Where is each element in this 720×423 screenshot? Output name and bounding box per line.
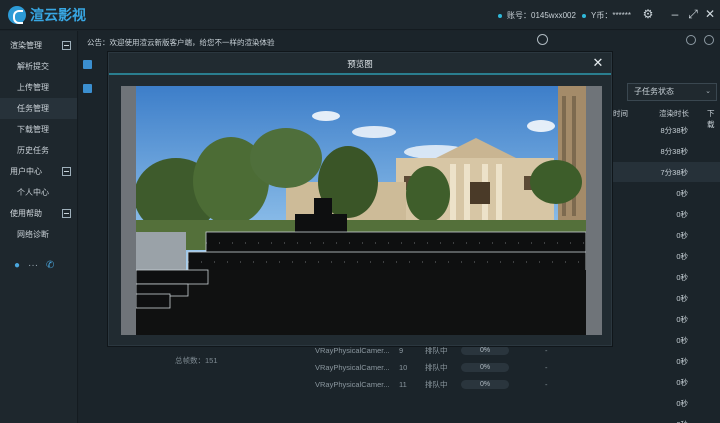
app-title: 渲云影视 [30,8,86,24]
announcement: 公告：欢迎使用渲云新版客户端，给您不一样的渲染体验 [87,38,275,47]
close-icon[interactable]: ✕ [703,7,717,21]
sidebar-group-user[interactable]: 用户中心 [0,161,77,182]
table-row[interactable]: VRayPhysicalCamer... 10 排队中 0% - [315,358,548,376]
table-row[interactable]: 0秒 [612,414,720,423]
chevron-down-icon: ⌄ [705,88,711,95]
render-time-cell: 0秒 [676,231,688,240]
select-all-checkbox[interactable] [83,60,92,69]
maximize-icon[interactable]: ⤢ [686,7,700,21]
render-time-cell: 0秒 [676,378,688,387]
account-balance: Y币：****** [582,10,631,21]
sidebar-item-history[interactable]: 历史任务 [0,140,77,161]
col-render-time: 渲染时长 [659,109,689,118]
table-row[interactable]: 0秒 [612,330,720,350]
account-id: 账号：0145wxx002 [498,10,576,21]
sidebar-item-upload[interactable]: 上传管理 [0,77,77,98]
subtask-status-select[interactable]: 子任务状态 ⌄ [627,83,717,101]
preview-dialog: 预览图 ✕ [108,52,612,346]
app-logo: 渲云影视 [8,5,86,25]
settings-small-icon[interactable] [704,35,714,45]
sidebar-item-profile[interactable]: 个人中心 [0,182,77,203]
collapse-icon[interactable] [62,209,71,218]
sidebar-item-network[interactable]: 网络诊断 [0,224,77,245]
table-row[interactable]: 0秒 [612,372,720,392]
preview-image [136,86,586,335]
sidebar-item-parse-submit[interactable]: 解析提交 [0,56,77,77]
table-row[interactable]: VRayPhysicalCamer... 11 排队中 0% - [315,375,548,393]
render-time-cell: 0秒 [676,419,688,423]
preview-frame [121,86,602,335]
sidebar-item-download[interactable]: 下载管理 [0,119,77,140]
sidebar-group-help[interactable]: 使用帮助 [0,203,77,224]
table-row[interactable]: 8分38秒 [612,120,720,140]
render-time-cell: 0秒 [676,273,688,282]
sidebar-group-render[interactable]: 渲染管理 [0,35,77,56]
table-row[interactable]: 0秒 [612,246,720,266]
render-time-cell: 0秒 [676,336,688,345]
table-row[interactable]: 0秒 [612,225,720,245]
gear-icon[interactable]: ⚙ [641,7,655,21]
refresh-icon[interactable] [686,35,696,45]
render-time-cell: 0秒 [676,294,688,303]
table-row[interactable]: 8分38秒 [612,141,720,161]
row-checkbox[interactable] [83,84,92,93]
table-row[interactable]: 7分38秒 [612,162,720,182]
render-time-cell: 8分38秒 [660,126,688,135]
logo-icon [8,6,26,24]
table-row[interactable]: 0秒 [612,393,720,413]
sidebar-item-tasks[interactable]: 任务管理 [0,98,77,119]
table-row[interactable]: 0秒 [612,309,720,329]
search-icon[interactable] [537,34,548,45]
sidebar: 渲染管理 解析提交 上传管理 任务管理 下载管理 历史任务 用户中心 个人中心 … [0,31,78,423]
table-row[interactable]: 0秒 [612,288,720,308]
table-row[interactable]: 0秒 [612,183,720,203]
render-time-cell: 0秒 [676,399,688,408]
render-time-cell: 8分38秒 [660,147,688,156]
render-time-cell: 7分38秒 [660,168,688,177]
table-row[interactable]: 0秒 [612,351,720,371]
close-icon[interactable]: ✕ [591,56,605,70]
table-row[interactable]: 0秒 [612,204,720,224]
total-frames: 总帧数：151 [175,355,218,365]
render-time-cell: 0秒 [676,210,688,219]
dialog-header: 预览图 ✕ [109,53,611,75]
render-time-cell: 0秒 [676,189,688,198]
collapse-icon[interactable] [62,41,71,50]
phone-icon[interactable]: ✆ [46,260,54,271]
table-row[interactable]: 0秒 [612,267,720,287]
dialog-title: 预览图 [347,59,373,69]
collapse-icon[interactable] [62,167,71,176]
title-bar: 渲云影视 账号：0145wxx002 Y币：****** ⚙ – ⤢ ✕ [0,0,720,30]
render-time-cell: 0秒 [676,357,688,366]
more-icon[interactable]: ··· [28,260,38,271]
render-time-cell: 0秒 [676,252,688,261]
render-time-cell: 0秒 [676,315,688,324]
minimize-icon[interactable]: – [668,7,682,21]
qq-icon[interactable]: ● [14,260,20,271]
contact-bar: ● ··· ✆ [14,260,54,271]
col-time: 时间 [613,109,628,118]
